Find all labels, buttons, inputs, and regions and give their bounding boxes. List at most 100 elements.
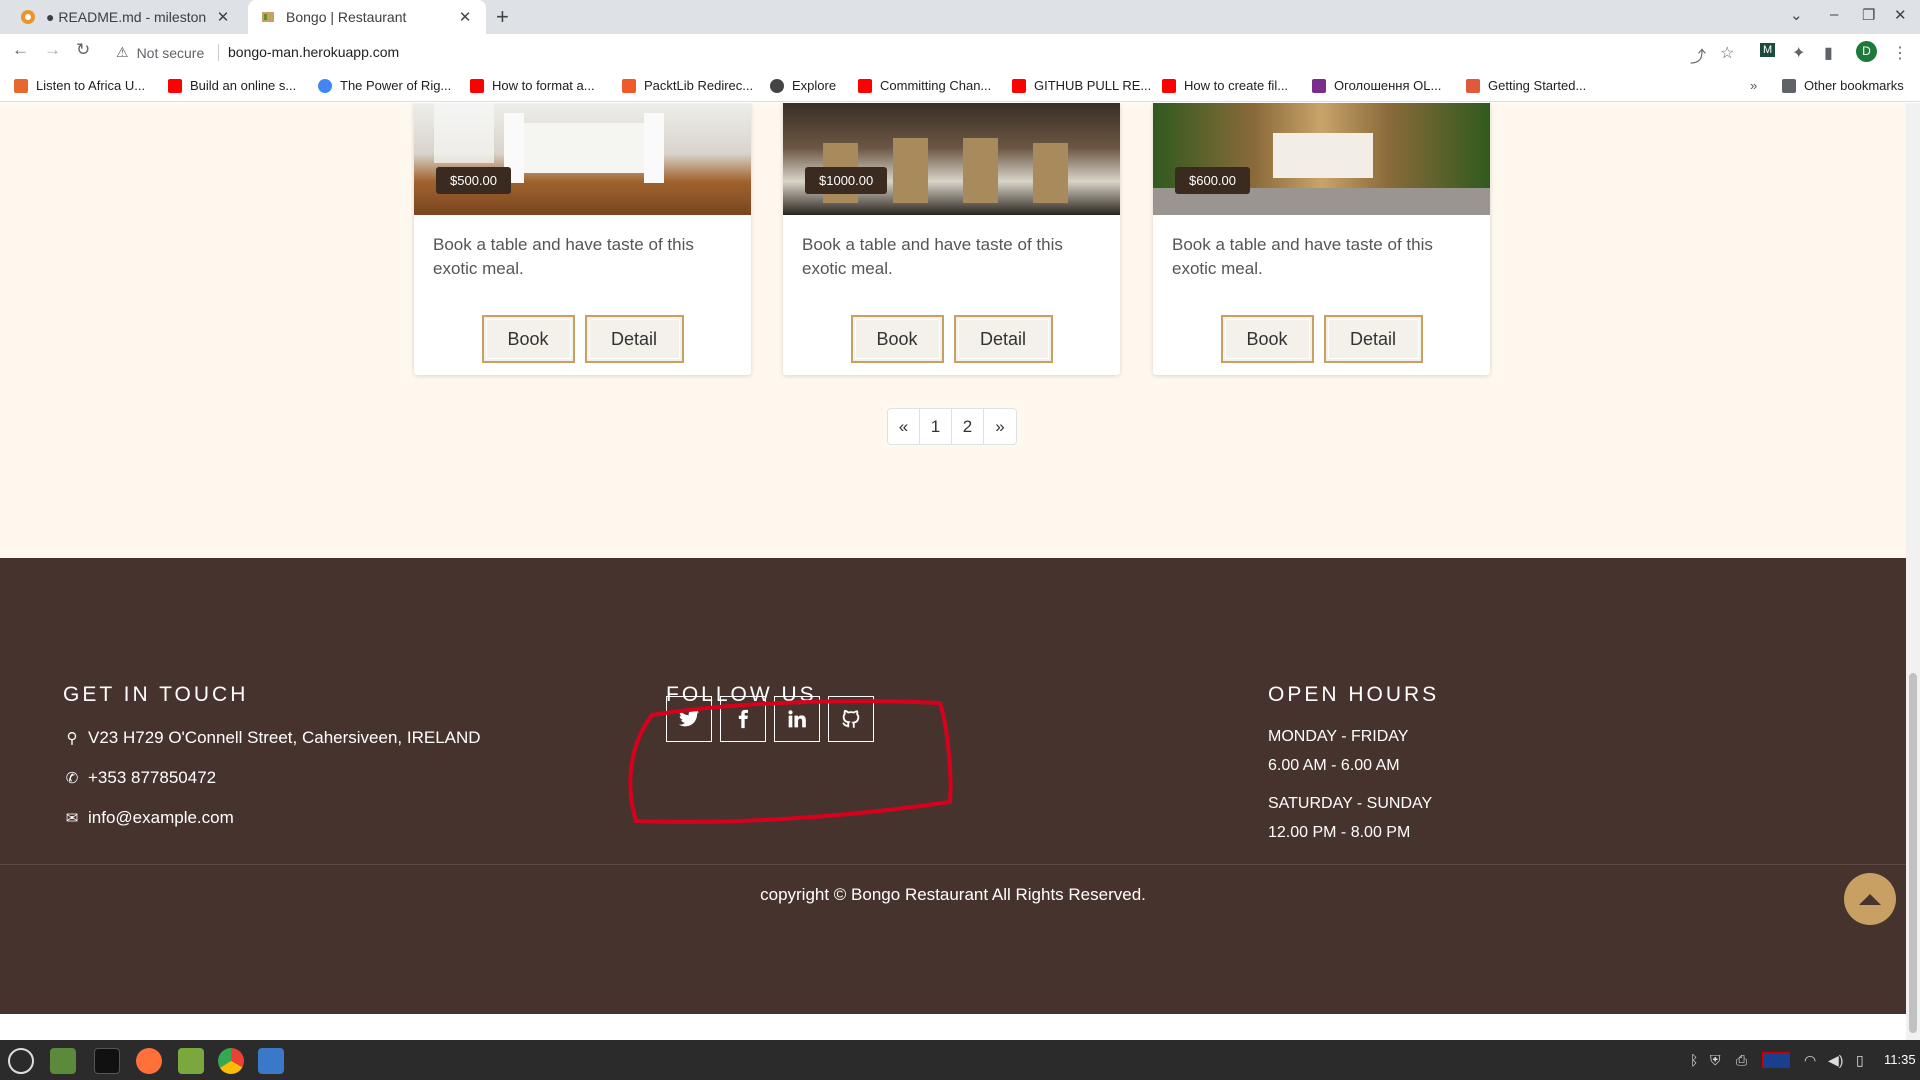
kebab-menu-icon[interactable]: ⋮ — [1892, 43, 1908, 63]
linkedin-icon[interactable] — [774, 696, 820, 742]
shield-icon[interactable]: ⛨ — [1710, 1052, 1721, 1069]
chevron-up-icon — [1859, 894, 1881, 905]
detail-button[interactable]: Detail — [584, 315, 684, 363]
close-icon[interactable]: ✕ — [456, 8, 474, 26]
page-scrollbar[interactable] — [1906, 103, 1920, 1040]
pagination-page-2[interactable]: 2 — [952, 409, 984, 444]
show-desktop-icon[interactable] — [50, 1048, 76, 1074]
tab-readme[interactable]: ● README.md - milestone_pr ✕ — [8, 0, 244, 34]
pagination: « 1 2 » — [887, 408, 1017, 445]
sidepanel-icon[interactable]: ▮ — [1824, 43, 1833, 63]
clock[interactable]: 11:35 — [1884, 1052, 1916, 1067]
olx-icon — [1312, 78, 1326, 93]
minimize-icon[interactable]: – — [1830, 6, 1838, 23]
bookmark-item[interactable]: Getting Started... — [1466, 78, 1586, 93]
back-arrow-icon[interactable]: ← — [12, 40, 29, 60]
google-icon — [318, 78, 332, 93]
bookmark-item[interactable]: How to create fil... — [1162, 78, 1288, 93]
bookmark-item[interactable]: How to format a... — [470, 78, 595, 93]
detail-button[interactable]: Detail — [953, 315, 1053, 363]
detail-button[interactable]: Detail — [1323, 315, 1423, 363]
firefox-icon[interactable] — [136, 1048, 162, 1074]
tab-search-chevron-icon[interactable]: ⌄ — [1790, 6, 1803, 24]
bookmark-item[interactable]: The Power of Rig... — [318, 78, 451, 93]
map-pin-icon: ⚲ — [66, 730, 78, 747]
pagination-next[interactable]: » — [984, 409, 1016, 444]
security-indicator[interactable]: ⚠ Not secure — [116, 44, 204, 61]
bluetooth-icon[interactable]: ᛒ — [1690, 1052, 1698, 1068]
weekday-hours: 6.00 AM - 6.00 AM — [1268, 757, 1400, 774]
menu-card: $600.00 Book a table and have taste of t… — [1153, 103, 1490, 375]
tab-title: Bongo | Restaurant — [286, 9, 407, 25]
mint-menu-icon[interactable] — [8, 1048, 34, 1074]
price-badge: $1000.00 — [805, 167, 888, 194]
bookmark-item[interactable]: Build an online s... — [168, 78, 296, 93]
browser-tab-strip: ● README.md - milestone_pr ✕ Bongo | Res… — [0, 0, 1920, 34]
other-bookmarks[interactable]: Other bookmarks — [1782, 78, 1904, 93]
puzzle-icon[interactable]: ✦ — [1792, 43, 1805, 63]
text-editor-icon[interactable] — [258, 1048, 284, 1074]
battery-icon[interactable]: ▯ — [1856, 1052, 1864, 1069]
twitter-icon[interactable] — [666, 696, 712, 742]
new-tab-button[interactable]: + — [496, 4, 509, 30]
uk-flag-icon[interactable] — [1762, 1052, 1790, 1068]
reload-icon[interactable]: ↻ — [76, 40, 90, 60]
facebook-icon[interactable] — [720, 696, 766, 742]
printer-icon[interactable]: ⎙ — [1736, 1052, 1747, 1069]
bookmark-item[interactable]: Explore — [770, 78, 836, 93]
bookmark-item[interactable]: Committing Chan... — [858, 78, 991, 93]
bookmarks-overflow-chevron[interactable]: » — [1750, 78, 1757, 93]
youtube-icon — [1162, 78, 1176, 93]
youtube-icon — [1012, 78, 1026, 93]
book-button[interactable]: Book — [1220, 315, 1314, 363]
card-description: Book a table and have taste of this exot… — [1172, 235, 1433, 278]
dining-room-photo: $500.00 — [414, 103, 751, 215]
weekend-label: SATURDAY - SUNDAY — [1268, 795, 1433, 812]
banquet-chairs-graphic — [823, 138, 1068, 203]
contact-heading: GET IN TOUCH — [63, 683, 249, 706]
star-icon[interactable]: ☆ — [1720, 43, 1734, 63]
pagination-page-1[interactable]: 1 — [920, 409, 952, 444]
warning-icon: ⚠ — [116, 44, 129, 60]
close-icon[interactable]: ✕ — [214, 8, 232, 26]
getting-started-icon — [1466, 78, 1480, 93]
youtube-icon — [168, 78, 182, 93]
banquet-hall-photo: $1000.00 — [783, 103, 1120, 215]
site-footer: GET IN TOUCH ⚲ V23 H729 O'Connell Street,… — [0, 558, 1906, 1014]
scrollbar-thumb[interactable] — [1909, 673, 1917, 1033]
security-label: Not secure — [136, 44, 205, 61]
restore-icon[interactable]: ❐ — [1862, 6, 1875, 24]
window-close-icon[interactable]: ✕ — [1894, 6, 1907, 24]
menu-card: $1000.00 Book a table and have taste of … — [783, 103, 1120, 375]
copyright-text: copyright © Bongo Restaurant All Rights … — [760, 885, 1146, 904]
files-icon[interactable] — [178, 1048, 204, 1074]
table-chairs-graphic — [434, 103, 664, 183]
share-icon[interactable]: ⤴ — [1690, 43, 1706, 67]
terminal-icon[interactable] — [94, 1048, 120, 1074]
chrome-icon[interactable] — [218, 1048, 244, 1074]
volume-icon[interactable]: ◀) — [1828, 1052, 1843, 1069]
bookmark-item[interactable]: Listen to Africa U... — [14, 78, 145, 93]
avatar[interactable]: D — [1856, 41, 1877, 62]
bookmark-item[interactable]: GITHUB PULL RE... — [1012, 78, 1151, 93]
africa-icon — [14, 78, 28, 93]
forward-arrow-icon[interactable]: → — [44, 40, 61, 60]
pagination-prev[interactable]: « — [888, 409, 920, 444]
youtube-icon — [858, 78, 872, 93]
bookmark-item[interactable]: Оголошення OL... — [1312, 78, 1441, 93]
tab-bongo[interactable]: Bongo | Restaurant ✕ — [248, 0, 486, 34]
bookmark-item[interactable]: PacktLib Redirec... — [622, 78, 753, 93]
address-bar[interactable]: bongo-man.herokuapp.com — [228, 44, 399, 60]
github-icon[interactable] — [828, 696, 874, 742]
extension-m-icon[interactable]: M — [1760, 43, 1776, 57]
book-button[interactable]: Book — [850, 315, 944, 363]
phone-icon: ✆ — [65, 770, 79, 787]
wifi-icon[interactable]: ◠ — [1804, 1052, 1816, 1069]
editor-icon — [21, 10, 35, 24]
book-button[interactable]: Book — [481, 315, 575, 363]
main-content: $500.00 Book a table and have taste of t… — [0, 103, 1906, 558]
hours-heading: OPEN HOURS — [1268, 683, 1440, 706]
os-taskbar: ᛒ ⛨ ⎙ ◠ ◀) ▯ 11:35 — [0, 1040, 1920, 1080]
scroll-to-top-button[interactable] — [1844, 873, 1896, 925]
page-viewport: $500.00 Book a table and have taste of t… — [0, 103, 1906, 1014]
